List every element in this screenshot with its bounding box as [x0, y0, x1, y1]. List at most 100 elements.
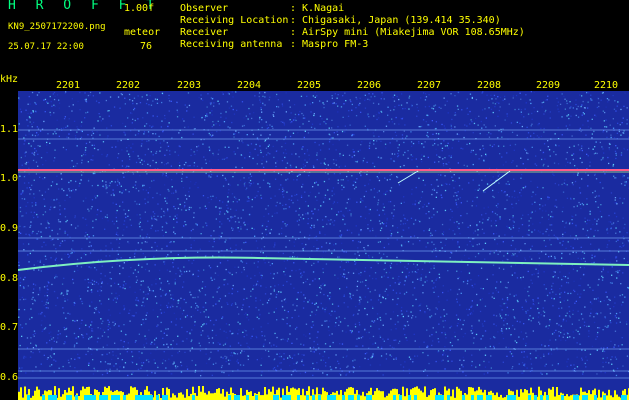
noise-base	[480, 395, 483, 400]
y-tick-label: 0.9	[0, 223, 19, 234]
noise-base	[510, 395, 513, 400]
noise-bar	[468, 387, 470, 400]
noise-bar	[132, 387, 134, 400]
noise-base	[288, 395, 291, 400]
noise-bar	[538, 386, 540, 400]
noise-bar	[420, 390, 422, 400]
noise-bar	[78, 396, 80, 400]
noise-bar	[212, 393, 214, 400]
receiver-label: Receiver	[180, 27, 229, 38]
noise-bar	[244, 395, 246, 400]
noise-bar	[590, 394, 592, 400]
noise-bar	[200, 391, 202, 400]
noise-bar	[38, 389, 40, 400]
noise-bar	[340, 390, 342, 400]
noise-base	[333, 395, 336, 400]
noise-bar	[494, 395, 496, 400]
noise-bar	[108, 386, 110, 400]
noise-base	[117, 395, 120, 400]
noise-bar	[58, 388, 60, 400]
noise-bar	[218, 388, 220, 400]
noise-base	[48, 395, 51, 400]
noise-bar	[310, 395, 312, 400]
noise-bar	[558, 395, 560, 400]
observer-value: : K.Nagai	[290, 3, 345, 14]
noise-bar	[262, 395, 264, 400]
noise-base	[489, 395, 492, 400]
noise-base	[42, 395, 45, 400]
noise-base	[393, 395, 396, 400]
noise-bar	[376, 388, 378, 400]
noise-bar	[500, 394, 502, 400]
noise-base	[165, 395, 168, 400]
noise-bar	[460, 390, 462, 400]
noise-bar	[198, 386, 200, 400]
noise-base	[621, 395, 624, 400]
noise-bar	[566, 394, 568, 400]
noise-bar	[204, 392, 206, 400]
noise-bar	[294, 388, 296, 400]
noise-base	[66, 395, 69, 400]
noise-base	[123, 395, 126, 400]
noise-bar	[520, 389, 522, 400]
noise-bar	[72, 386, 74, 400]
noise-bar	[130, 386, 132, 400]
noise-base	[327, 395, 330, 400]
waterfall-display	[18, 91, 629, 400]
noise-bar	[180, 392, 182, 400]
noise-base	[546, 395, 549, 400]
noise-bar	[182, 394, 184, 400]
noise-base	[111, 395, 114, 400]
noise-bar	[402, 386, 404, 400]
noise-bar	[458, 388, 460, 400]
noise-bar	[396, 389, 398, 400]
noise-base	[84, 395, 87, 400]
noise-bar	[292, 387, 294, 400]
noise-bar	[188, 396, 190, 400]
datetime-label: 25.07.17 22:00	[8, 42, 84, 52]
filename-label: KN9_2507172200.png	[8, 22, 106, 32]
noise-base	[399, 395, 402, 400]
noise-base	[471, 395, 474, 400]
noise-bar	[418, 388, 420, 400]
noise-bar	[322, 387, 324, 400]
noise-bar	[304, 395, 306, 400]
noise-bar	[346, 388, 348, 400]
noise-base	[330, 395, 333, 400]
noise-bar	[354, 393, 356, 400]
noise-base	[255, 395, 258, 400]
noise-bar	[154, 390, 156, 400]
noise-base	[576, 395, 579, 400]
noise-bar	[474, 391, 476, 400]
noise-base	[447, 395, 450, 400]
noise-bar	[316, 387, 318, 400]
noise-texture	[18, 91, 629, 377]
noise-bar	[382, 391, 384, 400]
noise-base	[594, 395, 597, 400]
noise-bar	[268, 389, 270, 400]
version-label: 1.00f	[124, 3, 155, 14]
noise-bar	[186, 389, 188, 400]
noise-base	[462, 395, 465, 400]
noise-base	[297, 395, 300, 400]
noise-bar	[570, 395, 572, 400]
noise-bar	[550, 389, 552, 400]
noise-bar	[338, 394, 340, 400]
noise-base	[105, 395, 108, 400]
noise-bar	[240, 388, 242, 400]
noise-bar	[302, 388, 304, 400]
noise-base	[414, 395, 417, 400]
noise-bar	[32, 395, 34, 400]
noise-bar	[390, 390, 392, 400]
noise-bar	[580, 387, 582, 400]
y-tick-label: 1.1	[0, 124, 19, 135]
noise-bar	[96, 390, 98, 400]
noise-base	[75, 395, 78, 400]
noise-bar	[120, 391, 122, 400]
noise-base	[285, 395, 288, 400]
noise-bar	[226, 391, 228, 400]
noise-bar	[242, 395, 244, 400]
noise-bar	[24, 386, 26, 400]
noise-base	[357, 395, 360, 400]
noise-bar	[432, 389, 434, 400]
